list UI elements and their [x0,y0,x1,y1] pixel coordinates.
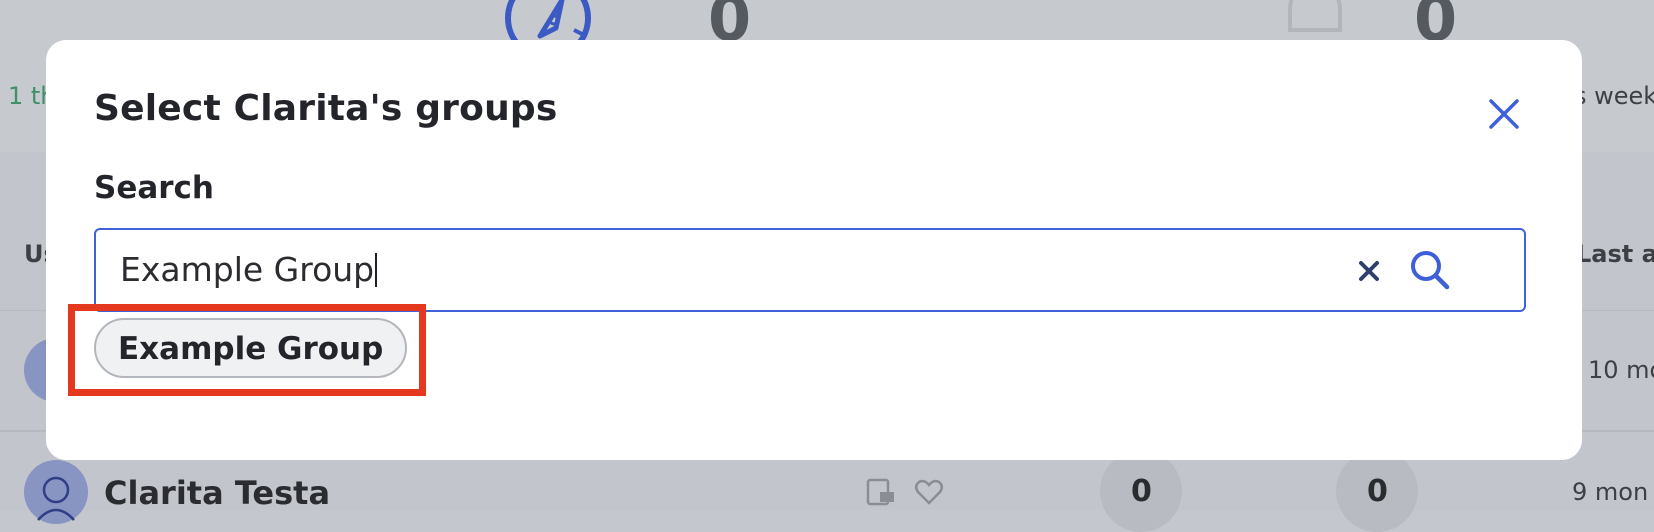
row-last-active: 10 mon [1588,356,1654,384]
search-input[interactable]: Example Group [94,228,1526,312]
close-icon[interactable] [1486,96,1522,132]
highlight-annotation [68,304,426,396]
user-face-icon [37,476,75,521]
search-text: Example Group [120,250,375,289]
select-groups-dialog: Select Clarita's groups Search Example G… [46,40,1582,460]
row-last-active: 9 mon [1572,478,1649,506]
text-cursor [375,252,378,287]
row-count-a: 0 [1131,474,1152,509]
heart-icon[interactable] [914,478,944,506]
certificate-icon[interactable] [866,478,896,506]
user-name[interactable]: Clarita Testa [104,474,330,512]
stat-right-caption: s week [1574,82,1654,110]
search-label: Search [94,170,215,206]
dialog-title: Select Clarita's groups [94,88,558,129]
row-count-b: 0 [1367,474,1388,509]
search-input-value[interactable]: Example Group [120,250,378,289]
clear-x-icon[interactable] [1354,256,1384,286]
column-header-last-active: Last ac [1576,240,1654,268]
magnifier-icon[interactable] [1408,248,1452,292]
avatar [24,460,88,524]
